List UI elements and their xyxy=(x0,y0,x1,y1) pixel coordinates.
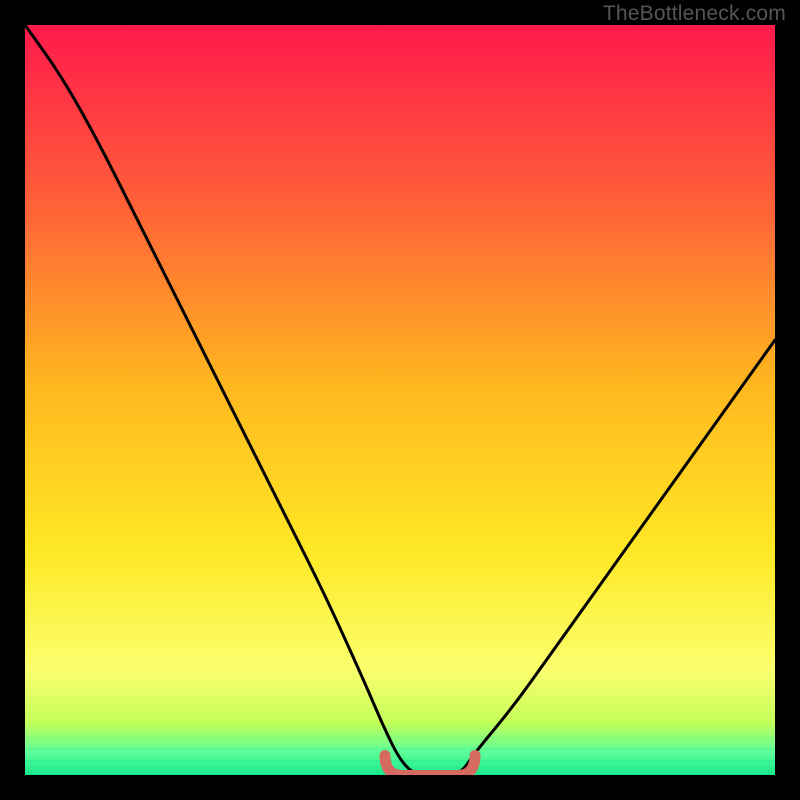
gradient-background xyxy=(25,25,775,775)
chart-svg xyxy=(25,25,775,775)
watermark-text: TheBottleneck.com xyxy=(603,2,786,26)
chart-frame: TheBottleneck.com xyxy=(0,0,800,800)
plot-area xyxy=(25,25,775,775)
